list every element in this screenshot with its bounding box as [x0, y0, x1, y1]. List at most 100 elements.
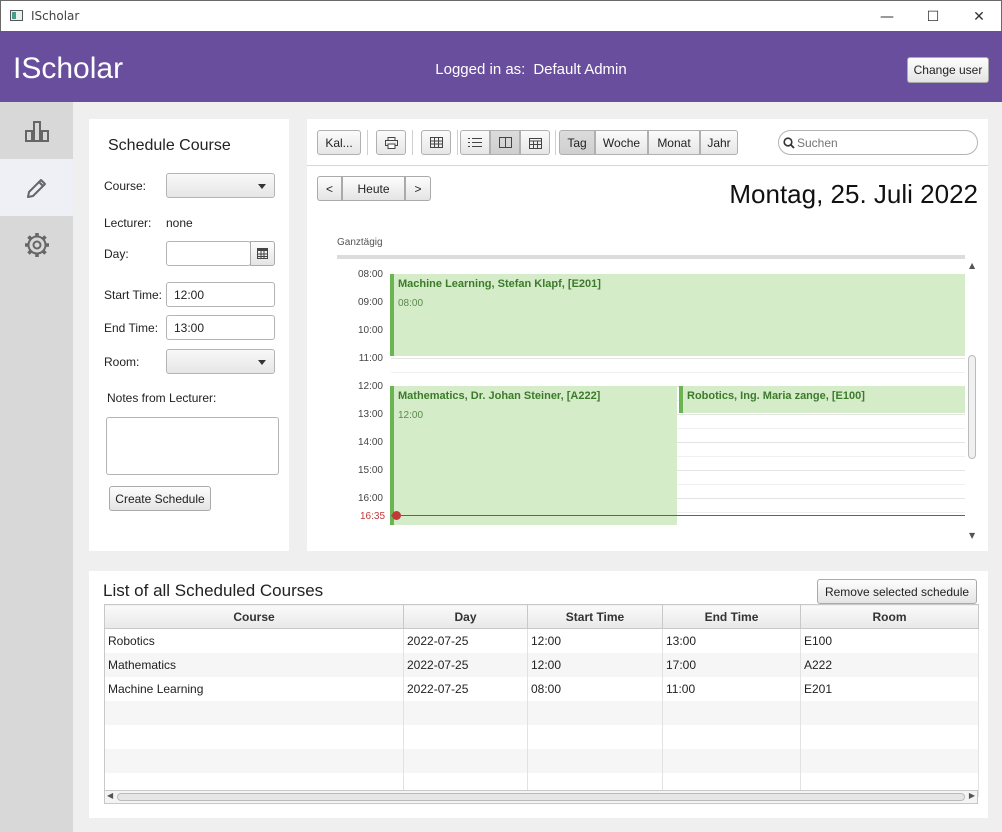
app-icon [10, 10, 23, 21]
table-icon [429, 137, 443, 148]
cell-end-time: 17:00 [662, 652, 801, 677]
login-status: Logged in as: Default Admin [0, 61, 1002, 78]
calendar-icon [257, 248, 268, 259]
list-view-button[interactable] [460, 130, 490, 155]
hour-label: 14:00 [357, 437, 383, 448]
event-start: 12:00 [398, 410, 424, 421]
event-robotics[interactable]: Robotics, Ing. Maria zange, [E100] [679, 386, 965, 413]
toolbar-divider [307, 165, 988, 166]
cell-course: Machine Learning [104, 676, 404, 701]
allday-label: Ganztägig [337, 237, 383, 248]
hour-label: 08:00 [357, 269, 383, 280]
gear-icon [24, 232, 49, 257]
sidebar-item-dashboard[interactable] [0, 102, 73, 159]
hour-label: 09:00 [357, 297, 383, 308]
half-hour-line [391, 372, 965, 373]
scroll-right-icon[interactable]: ▶ [969, 791, 975, 800]
event-start: 08:00 [398, 298, 424, 309]
date-picker-button[interactable] [250, 241, 275, 266]
table-header-row: Course Day Start Time End Time Room [104, 604, 979, 629]
tab-month[interactable]: Monat [648, 130, 700, 155]
print-button[interactable] [376, 130, 406, 155]
window-titlebar: IScholar — ☐ ✕ [0, 0, 1002, 31]
search-input[interactable] [797, 134, 967, 151]
lecturer-label: Lecturer: [104, 216, 152, 230]
scroll-thumb[interactable] [968, 355, 976, 459]
table-row[interactable]: Robotics 2022-07-25 12:00 13:00 E100 [104, 628, 979, 653]
column-header-course[interactable]: Course [104, 604, 404, 629]
remove-schedule-button[interactable]: Remove selected schedule [817, 579, 977, 604]
notes-label: Notes from Lecturer: [107, 391, 217, 405]
end-time-label: End Time: [104, 321, 159, 335]
course-select[interactable] [166, 173, 275, 198]
cell-end-time: 11:00 [662, 676, 801, 701]
window-title: IScholar [31, 9, 80, 23]
column-header-end-time[interactable]: End Time [662, 604, 801, 629]
list-title: List of all Scheduled Courses [103, 581, 324, 600]
change-user-button[interactable]: Change user [907, 57, 989, 83]
hour-label: 12:00 [357, 381, 383, 392]
schedule-form-panel: Schedule Course Course: Lecturer: none D… [89, 119, 289, 551]
tab-year[interactable]: Jahr [700, 130, 738, 155]
cell-course: Mathematics [104, 652, 404, 677]
cell-start-time: 12:00 [527, 652, 663, 677]
logged-in-user: Default Admin [533, 61, 627, 78]
next-day-button[interactable]: > [405, 176, 431, 201]
scroll-down-icon[interactable]: ▼ [969, 531, 975, 540]
print-icon [384, 136, 398, 149]
calendar-scrollbar[interactable]: ▲ ▼ [966, 261, 978, 541]
column-header-day[interactable]: Day [403, 604, 528, 629]
end-time-input[interactable]: 13:00 [166, 315, 275, 340]
calendars-button[interactable]: Kal... [317, 130, 361, 155]
grid-view-button[interactable] [421, 130, 451, 155]
hour-label: 15:00 [357, 465, 383, 476]
tab-week[interactable]: Woche [595, 130, 648, 155]
hour-label: 11:00 [358, 353, 383, 364]
table-row[interactable]: Mathematics 2022-07-25 12:00 17:00 A222 [104, 652, 979, 677]
search-box[interactable] [778, 130, 978, 155]
sidebar-item-schedule[interactable] [0, 159, 73, 216]
hscroll-thumb[interactable] [117, 793, 965, 801]
event-title: Robotics, Ing. Maria zange, [E100] [687, 390, 865, 402]
chart-icon [24, 120, 49, 142]
event-machine-learning[interactable]: Machine Learning, Stefan Klapf, [E201] 0… [390, 274, 965, 356]
day-input[interactable] [166, 241, 251, 266]
hour-line [391, 358, 965, 359]
today-button[interactable]: Heute [342, 176, 405, 201]
scroll-left-icon[interactable]: ◀ [107, 791, 113, 800]
create-schedule-button[interactable]: Create Schedule [109, 486, 211, 511]
start-time-input[interactable]: 12:00 [166, 282, 275, 307]
sidebar-item-settings[interactable] [0, 216, 73, 273]
event-title: Machine Learning, Stefan Klapf, [E201] [398, 278, 601, 290]
close-button[interactable]: ✕ [956, 1, 1002, 32]
column-header-start-time[interactable]: Start Time [527, 604, 663, 629]
minimize-button[interactable]: — [864, 1, 910, 32]
column-header-room[interactable]: Room [800, 604, 979, 629]
prev-day-button[interactable]: < [317, 176, 342, 201]
start-time-label: Start Time: [104, 288, 163, 302]
tab-day[interactable]: Tag [559, 130, 595, 155]
room-select[interactable] [166, 349, 275, 374]
event-mathematics[interactable]: Mathematics, Dr. Johan Steiner, [A222] 1… [390, 386, 677, 525]
maximize-button[interactable]: ☐ [910, 1, 956, 32]
list-icon [468, 138, 482, 147]
event-title: Mathematics, Dr. Johan Steiner, [A222] [398, 390, 601, 402]
calendar-panel: Kal... Tag Woche Monat Jahr Suchen < Heu… [307, 119, 988, 551]
toolbar-separator [367, 130, 368, 155]
cell-start-time: 08:00 [527, 676, 663, 701]
table-hscrollbar[interactable]: ◀ ▶ [104, 790, 978, 804]
search-icon [783, 137, 795, 149]
table-row[interactable]: Machine Learning 2022-07-25 08:00 11:00 … [104, 676, 979, 701]
cell-room: E201 [800, 676, 979, 701]
notes-textarea[interactable] [106, 417, 279, 475]
cell-start-time: 12:00 [527, 628, 663, 653]
toolbar-separator [555, 130, 556, 155]
scroll-up-icon[interactable]: ▲ [969, 261, 975, 270]
cell-day: 2022-07-25 [403, 676, 528, 701]
columns-icon [498, 137, 512, 148]
split-view-button[interactable] [490, 130, 520, 155]
hour-label: 10:00 [357, 325, 383, 336]
date-title: Montag, 25. Juli 2022 [729, 179, 978, 209]
cell-course: Robotics [104, 628, 404, 653]
month-grid-button[interactable] [520, 130, 550, 155]
